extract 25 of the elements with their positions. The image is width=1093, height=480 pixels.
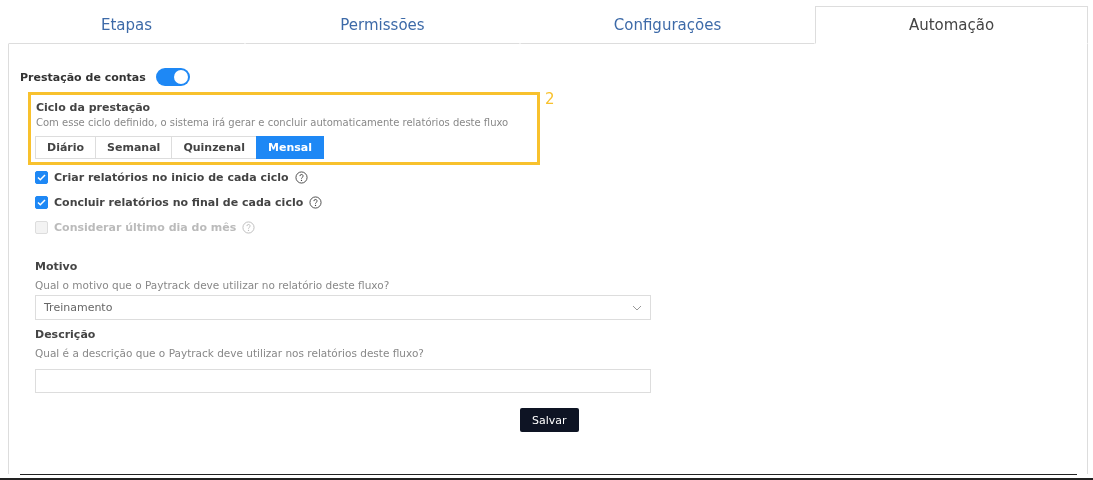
save-button[interactable]: Salvar: [520, 408, 579, 432]
help-icon[interactable]: [294, 171, 308, 184]
annotation-number: 2: [545, 90, 555, 108]
field-label: Descrição: [35, 328, 97, 341]
checkbox[interactable]: [35, 171, 48, 184]
chevron-down-icon: [632, 304, 642, 311]
cycle-option[interactable]: Quinzenal: [171, 136, 258, 159]
field-label: Motivo: [35, 260, 79, 273]
section-description: Com esse ciclo definido, o sistema irá gerar e concluir automaticamente relatórios deste fluxo: [36, 116, 509, 129]
description-field[interactable]: [35, 369, 651, 393]
field-hint: Qual o motivo que o Paytrack deve utilizar no relatório deste fluxo?: [35, 279, 391, 291]
reason-select[interactable]: Treinamento: [35, 295, 651, 320]
cycle-option[interactable]: Diário: [35, 136, 97, 159]
tab[interactable]: Automação: [815, 6, 1088, 44]
field-hint: Qual é a descrição que o Paytrack deve utilizar nos relatórios deste fluxo?: [35, 347, 425, 359]
toggle-label: Prestação de contas: [20, 70, 146, 84]
cycle-option[interactable]: Semanal: [95, 136, 173, 159]
checkbox-label: Considerar último dia do mês: [54, 221, 237, 234]
cycle-option[interactable]: Mensal: [256, 136, 325, 159]
section-title: Ciclo da prestação: [36, 101, 152, 114]
toggle-switch[interactable]: [155, 68, 190, 86]
checkbox-label: Concluir relatórios no final de cada ciclo: [54, 196, 304, 209]
checkbox-label: Criar relatórios no inicio de cada ciclo: [54, 171, 289, 184]
help-icon[interactable]: [309, 196, 323, 209]
checkbox[interactable]: [35, 196, 48, 209]
